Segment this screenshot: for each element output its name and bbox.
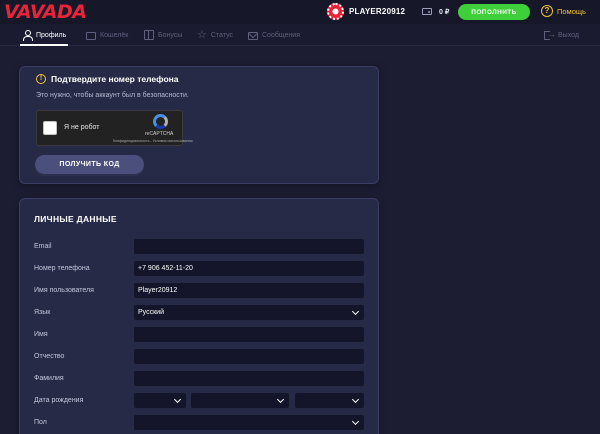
field-label: Язык (34, 309, 51, 316)
recaptcha-checkbox[interactable] (43, 121, 57, 135)
top-header: VAVADA PLAYER20912 0 ₽ ПОПОЛНИТЬ ? Помощ… (0, 0, 600, 24)
phone-field[interactable]: +7 906 452-11-20 (134, 261, 364, 276)
tab-status[interactable]: ☆ Статус (197, 24, 233, 46)
tab-label: Кошелёк (100, 31, 129, 39)
profile-tabs: Профиль Кошелёк Бонусы ☆ Статус Сообщени… (0, 24, 600, 46)
language-select[interactable]: Русский (134, 305, 364, 320)
tab-wallet[interactable]: Кошелёк (86, 24, 128, 46)
verification-subtitle: Это нужно, чтобы аккаунт был в безопасно… (36, 92, 189, 99)
tab-label: Статус (210, 31, 234, 39)
tab-profile[interactable]: Профиль (19, 24, 69, 46)
last-name-row: Фамилия (34, 371, 366, 387)
field-label: Дата рождения (34, 397, 84, 404)
personal-data-card: ЛИЧНЫЕ ДАННЫЕ Email Номер телефона +7 90… (19, 198, 379, 434)
section-title: ЛИЧНЫЕ ДАННЫЕ (34, 214, 117, 224)
logout-icon (544, 29, 556, 40)
chevron-down-icon (276, 395, 285, 404)
field-label: Отчество (34, 353, 65, 360)
star-icon: ☆ (197, 29, 207, 41)
gender-select[interactable] (134, 415, 364, 430)
chevron-down-icon (351, 395, 360, 404)
tab-label: Профиль (36, 31, 67, 39)
tab-messages[interactable]: Сообщения (248, 24, 300, 46)
first-name-field[interactable] (134, 327, 364, 342)
vavada-logo[interactable]: VAVADA (4, 2, 87, 22)
wallet-icon[interactable] (422, 8, 432, 15)
recaptcha-widget: Я не робот reCAPTCHA Конфиденциальность … (36, 110, 193, 146)
birth-day-select[interactable] (134, 393, 186, 408)
logout-link[interactable]: Выход (544, 24, 579, 46)
field-label: Имя (34, 331, 48, 338)
recaptcha-brand: reCAPTCHA (145, 131, 174, 137)
tab-bonuses[interactable]: Бонусы (144, 24, 182, 46)
field-label: Пол (34, 419, 47, 426)
help-icon: ? (541, 5, 553, 17)
birthdate-row: Дата рождения (34, 393, 366, 409)
patronymic-row: Отчество (34, 349, 366, 365)
field-label: Фамилия (34, 375, 64, 382)
field-label: Email (34, 243, 52, 250)
last-name-field[interactable] (134, 371, 364, 386)
balance-amount: 0 ₽ (439, 9, 450, 16)
username-field[interactable]: Player20912 (134, 283, 364, 298)
email-field[interactable] (134, 239, 364, 254)
verification-header: ! Подтвердите номер телефона (36, 74, 179, 84)
recaptcha-label: Я не робот (64, 124, 100, 131)
first-name-row: Имя (34, 327, 366, 343)
gender-row: Пол (34, 415, 366, 431)
username-label: PLAYER20912 (349, 7, 406, 16)
birth-year-select[interactable] (295, 393, 364, 408)
patronymic-field[interactable] (134, 349, 364, 364)
tab-label: Сообщения (262, 31, 300, 39)
help-label: Помощь (557, 6, 586, 16)
chevron-down-icon (351, 417, 360, 426)
chevron-down-icon (173, 395, 182, 404)
recaptcha-links[interactable]: Конфиденциальность - Условия использован… (113, 139, 193, 143)
logout-label: Выход (558, 31, 579, 39)
help-link[interactable]: ? Помощь (541, 5, 586, 17)
phone-verification-card: ! Подтвердите номер телефона Это нужно, … (19, 66, 379, 184)
wallet-icon (86, 31, 96, 40)
get-code-button[interactable]: ПОЛУЧИТЬ КОД (35, 155, 144, 174)
tab-label: Бонусы (158, 31, 183, 39)
gift-icon (144, 30, 154, 40)
avatar-chip-icon (327, 3, 344, 20)
warning-icon: ! (36, 74, 46, 84)
phone-row: Номер телефона +7 906 452-11-20 (34, 261, 366, 277)
user-menu[interactable]: PLAYER20912 (327, 3, 405, 20)
field-label: Имя пользователя (34, 287, 94, 294)
field-label: Номер телефона (34, 265, 90, 272)
topup-button[interactable]: ПОПОЛНИТЬ (458, 4, 530, 20)
chevron-down-icon (351, 307, 360, 316)
mail-icon (248, 31, 258, 40)
language-row: Язык Русский (34, 305, 366, 321)
birth-month-select[interactable] (191, 393, 289, 408)
username-row: Имя пользователя Player20912 (34, 283, 366, 299)
user-icon (22, 30, 33, 41)
email-row: Email (34, 239, 366, 255)
verification-title: Подтвердите номер телефона (51, 74, 179, 84)
language-value: Русский (138, 309, 164, 316)
recaptcha-logo-icon (153, 114, 168, 129)
